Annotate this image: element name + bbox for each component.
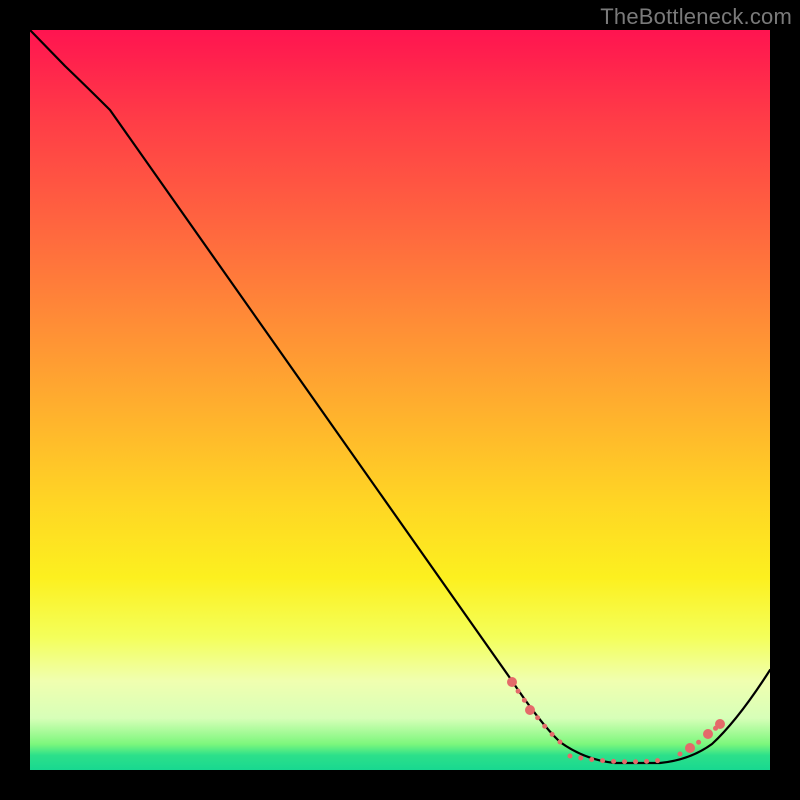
highlight-left-slope [512,682,560,742]
highlight-dot [685,743,695,753]
watermark-text: TheBottleneck.com [600,4,792,30]
highlight-dot [507,677,517,687]
highlight-valley-flat [570,756,665,762]
bottleneck-curve [30,30,770,763]
plot-area [30,30,770,770]
highlight-dot [525,705,535,715]
chart-frame: TheBottleneck.com [0,0,800,800]
highlight-dot [715,719,725,729]
curve-svg [30,30,770,770]
highlight-dot [703,729,713,739]
